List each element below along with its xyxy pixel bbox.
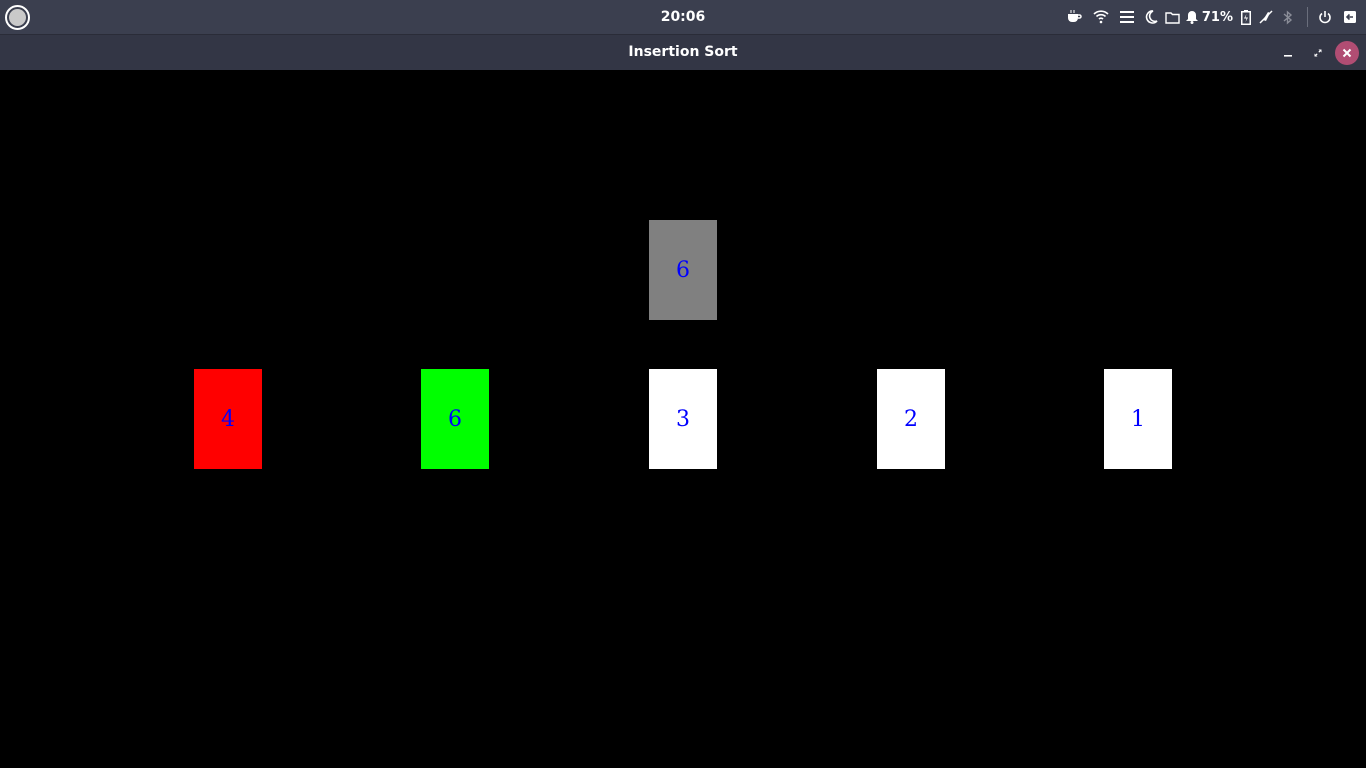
- power-icon[interactable]: [1316, 0, 1334, 34]
- array-card: 1: [1104, 369, 1172, 469]
- night-mode-icon[interactable]: [1140, 0, 1162, 34]
- minimize-icon: [1284, 55, 1292, 57]
- window-title: Insertion Sort: [628, 44, 738, 60]
- restore-button[interactable]: [1306, 41, 1330, 65]
- battery-icon[interactable]: [1237, 0, 1255, 34]
- restore-icon: [1314, 49, 1322, 57]
- bluetooth-icon[interactable]: [1277, 0, 1299, 34]
- system-top-bar: 20:06 71%: [0, 0, 1366, 34]
- activities-icon[interactable]: [5, 5, 30, 30]
- array-card: 3: [649, 369, 717, 469]
- array-card: 4: [194, 369, 262, 469]
- minimize-button[interactable]: [1276, 41, 1300, 65]
- array-card: 2: [877, 369, 945, 469]
- close-button[interactable]: [1335, 41, 1359, 65]
- no-notifications-icon[interactable]: [1255, 0, 1277, 34]
- close-icon: [1342, 48, 1352, 58]
- menu-icon[interactable]: [1114, 0, 1140, 34]
- wifi-icon[interactable]: [1088, 0, 1114, 34]
- window-title-bar[interactable]: Insertion Sort: [0, 34, 1366, 70]
- tray-separator: [1307, 7, 1308, 27]
- sort-canvas: 6 4 6 3 2 1: [0, 70, 1366, 768]
- battery-percent[interactable]: 71%: [1202, 10, 1233, 25]
- key-card: 6: [649, 220, 717, 320]
- folder-icon[interactable]: [1162, 0, 1184, 34]
- coffee-icon[interactable]: [1060, 0, 1088, 34]
- bell-icon[interactable]: [1184, 0, 1200, 34]
- logout-icon[interactable]: [1334, 0, 1366, 34]
- array-card: 6: [421, 369, 489, 469]
- system-tray: 71%: [1060, 0, 1366, 34]
